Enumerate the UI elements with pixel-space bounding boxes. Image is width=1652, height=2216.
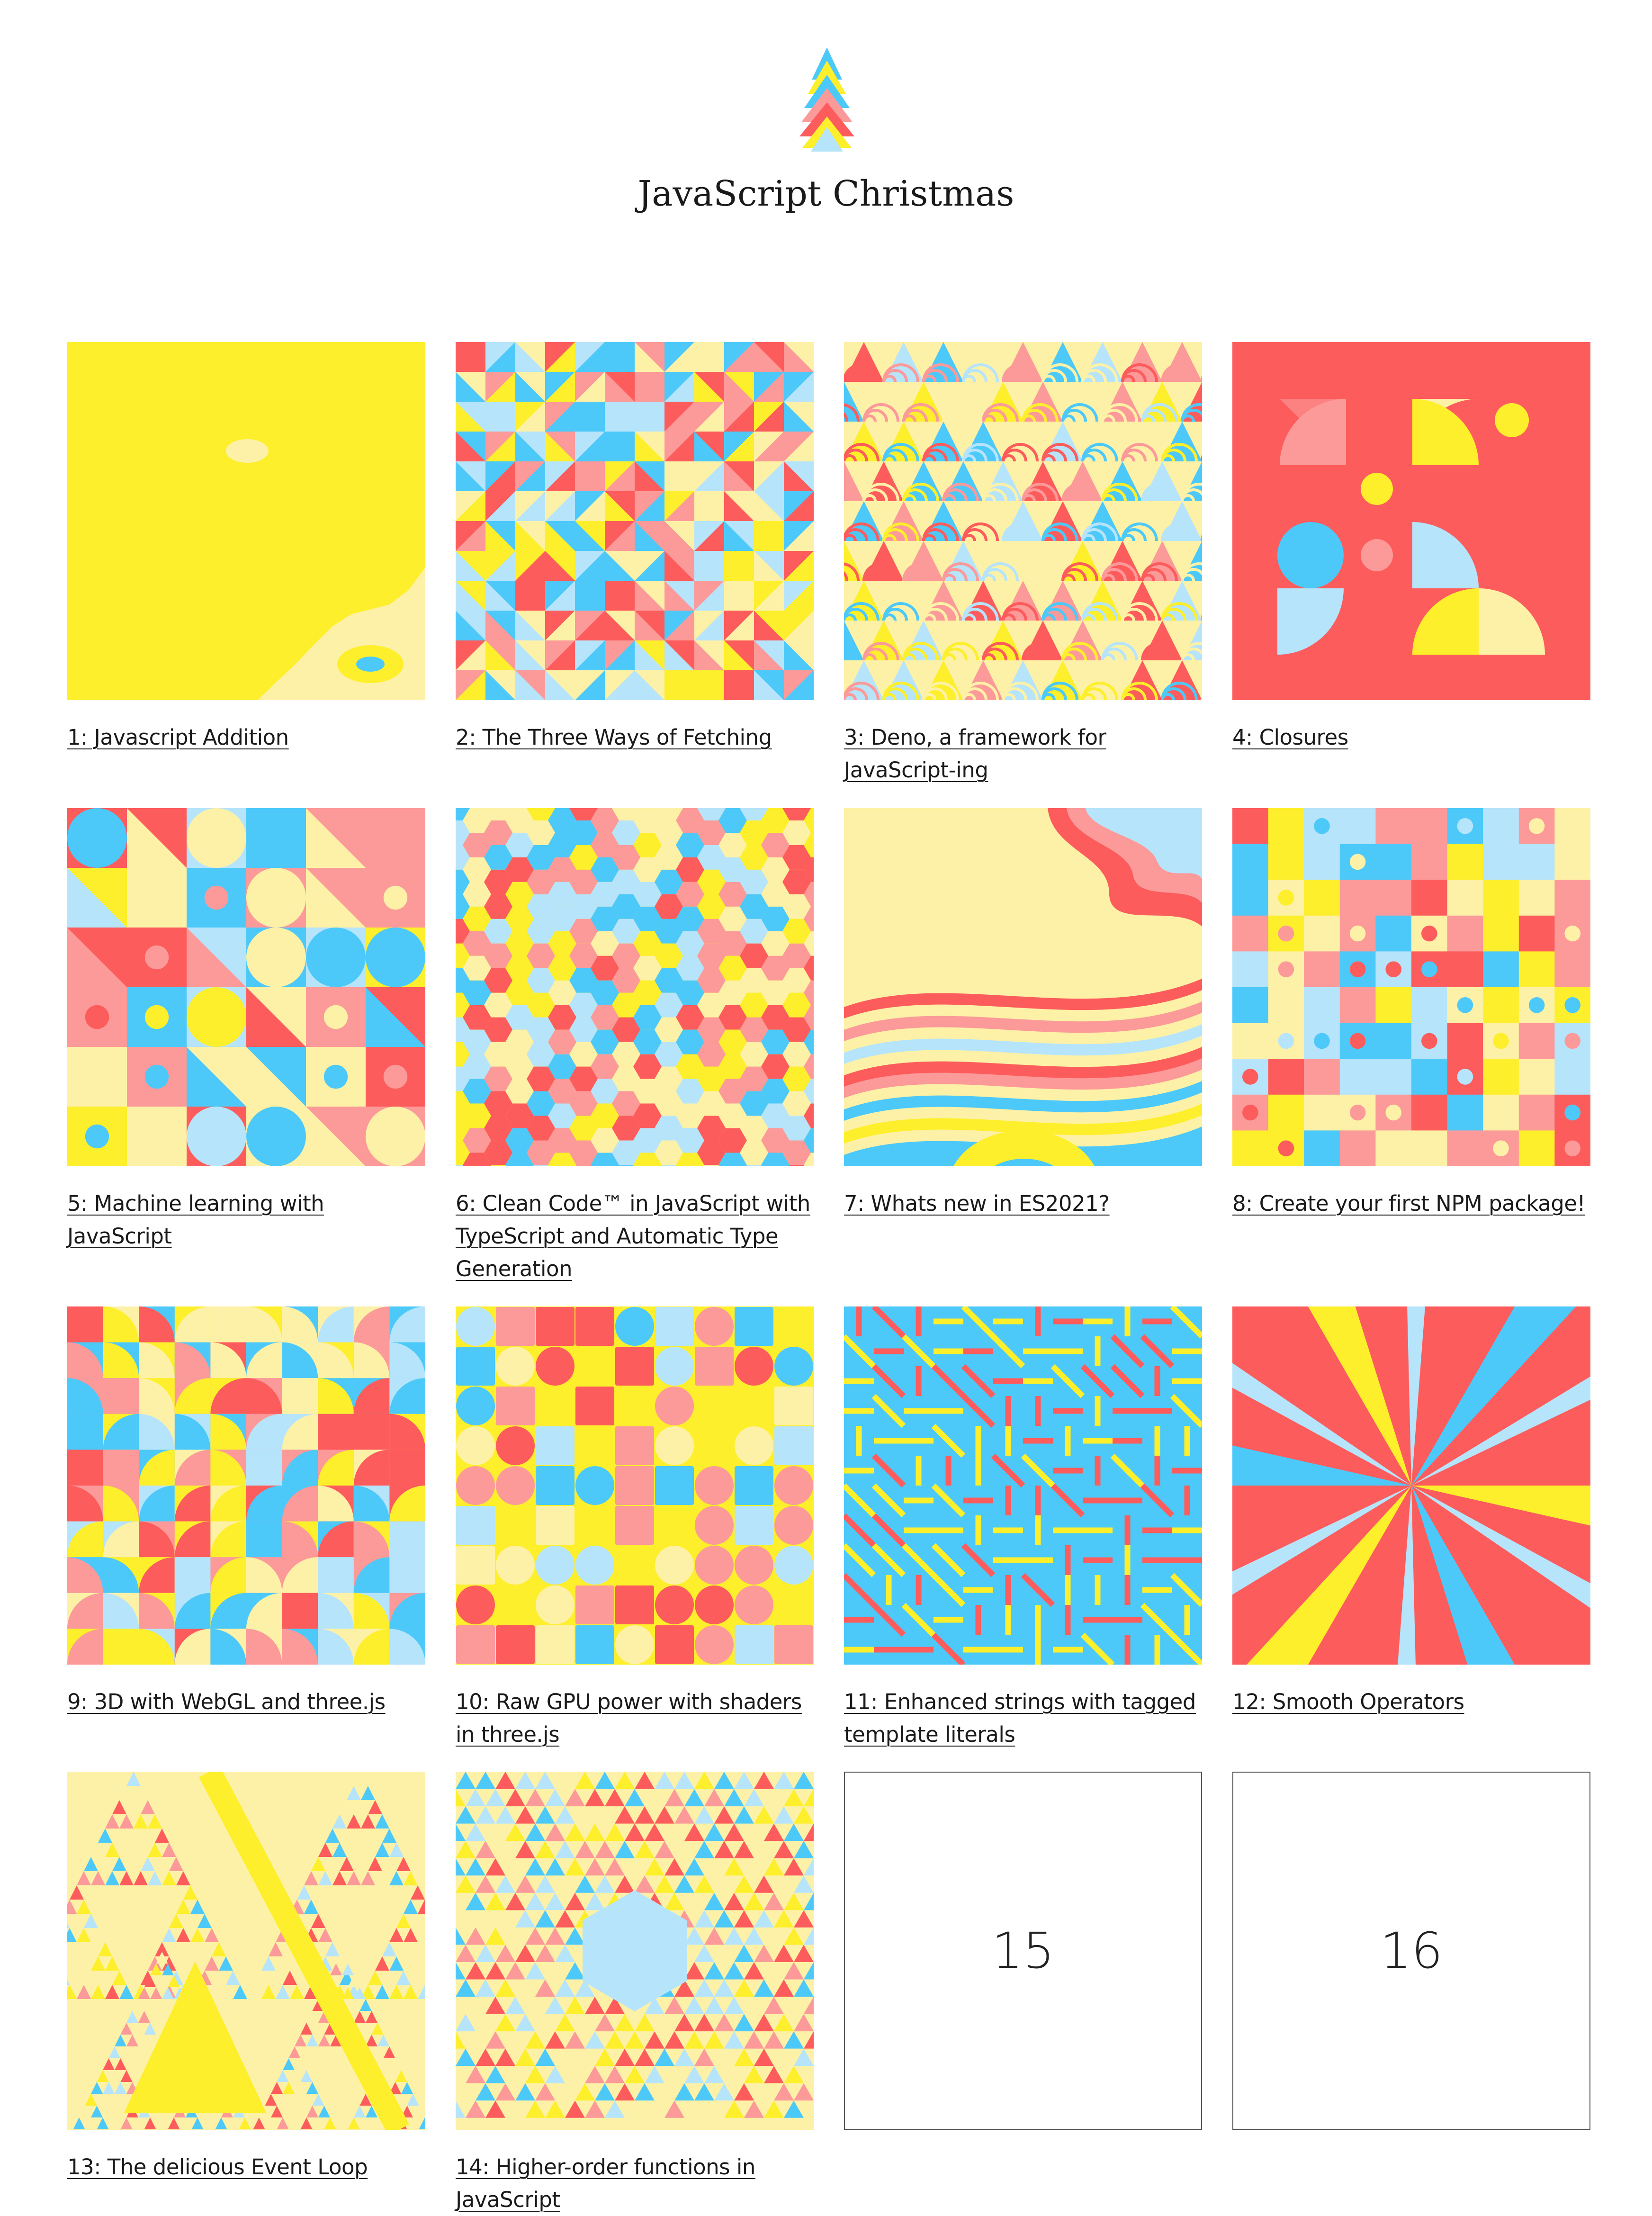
article-link[interactable]: 10: Raw GPU power with shaders in three.… [456,1685,814,1751]
article-link[interactable]: 14: Higher-order functions in JavaScript [456,2151,814,2216]
day-number: 15 [991,1922,1055,1980]
day-number: 16 [1380,1922,1443,1980]
artwork-thumbnail[interactable] [456,808,814,1166]
artwork-thumbnail[interactable] [844,1306,1202,1665]
artwork-thumbnail[interactable] [456,1772,814,2130]
article-link[interactable]: 5: Machine learning with JavaScript [67,1187,425,1252]
site-title: JavaScript Christmas [637,173,1015,214]
locked-day-box: 15 [844,1772,1202,2130]
artwork-thumbnail[interactable] [1232,342,1590,700]
page-root: JavaScript Christmas 1: Javascript Addit… [0,0,1652,2216]
article-link[interactable]: 8: Create your first NPM package! [1232,1187,1590,1220]
artwork-thumbnail[interactable] [844,342,1202,700]
article-link[interactable]: 1: Javascript Addition [67,721,425,754]
article-link[interactable]: 7: Whats new in ES2021? [844,1187,1202,1220]
article-link[interactable]: 2: The Three Ways of Fetching [456,721,814,754]
artwork-thumbnail[interactable] [1232,1306,1590,1665]
artwork-thumbnail[interactable] [1232,808,1590,1166]
artwork-thumbnail[interactable] [67,808,425,1166]
artwork-thumbnail[interactable] [67,1772,425,2130]
article-link[interactable]: 4: Closures [1232,721,1590,754]
artwork-thumbnail[interactable] [456,1306,814,1665]
article-link[interactable]: 11: Enhanced strings with tagged templat… [844,1685,1202,1751]
locked-day-box: 16 [1232,1772,1590,2130]
article-link[interactable]: 3: Deno, a framework for JavaScript-ing [844,721,1202,786]
artwork-thumbnail[interactable] [67,342,425,700]
article-link[interactable]: 9: 3D with WebGL and three.js [67,1685,425,1718]
article-link[interactable]: 6: Clean Code™ in JavaScript with TypeSc… [456,1187,814,1285]
christmas-tree-logo[interactable] [798,47,856,152]
artwork-thumbnail[interactable] [844,808,1202,1166]
article-link[interactable]: 13: The delicious Event Loop [67,2151,425,2183]
artwork-thumbnail[interactable] [67,1306,425,1665]
article-link[interactable]: 12: Smooth Operators [1232,1685,1590,1718]
artwork-thumbnail[interactable] [456,342,814,700]
